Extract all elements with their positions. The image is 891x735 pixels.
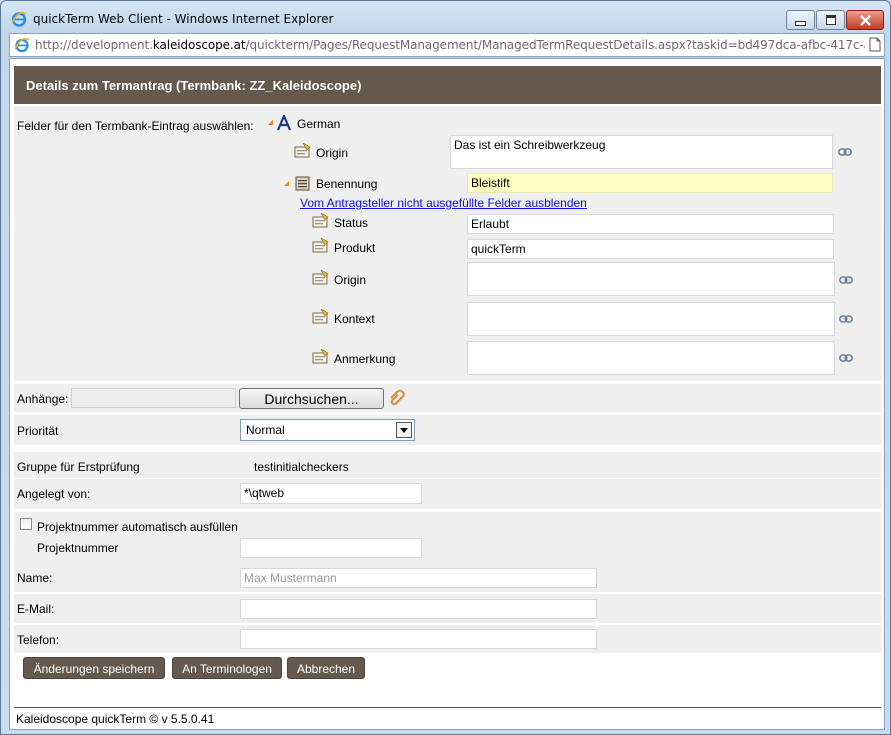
produkt-label: Produkt [334, 241, 376, 255]
collapse-term-icon[interactable] [284, 181, 289, 186]
url-text[interactable]: http://development.kaleidoscope.at/quick… [35, 38, 865, 52]
group-label: Gruppe für Erstprüfung [17, 460, 140, 474]
group-value: testinitialcheckers [254, 460, 349, 474]
phone-panel: Telefon: [14, 625, 881, 653]
link-icon[interactable] [839, 354, 853, 362]
field-icon [312, 213, 329, 228]
fields-panel: Felder für den Termbank-Eintrag auswähle… [14, 106, 881, 381]
group-panel: Gruppe für Erstprüfung testinitialchecke… [14, 452, 881, 478]
name-panel: Name: Max Mustermann [14, 563, 881, 592]
link-icon[interactable] [838, 148, 852, 156]
phone-field[interactable] [240, 629, 597, 649]
window-title: quickTerm Web Client - Windows Internet … [33, 12, 334, 26]
field-icon [312, 270, 329, 285]
paperclip-icon[interactable] [388, 389, 405, 406]
footer-text: Kaleidoscope quickTerm © v 5.5.0.41 [16, 712, 215, 726]
field-icon [312, 238, 329, 253]
cancel-button[interactable]: Abbrechen [287, 657, 365, 679]
project-number-field[interactable] [240, 538, 422, 558]
fields-select-label: Felder für den Termbank-Eintrag auswähle… [17, 119, 254, 133]
term-entry-icon [295, 176, 310, 191]
origin-label: Origin [316, 146, 349, 160]
internet-explorer-icon [14, 37, 30, 53]
term-origin-field[interactable] [467, 262, 835, 296]
language-name: German [297, 117, 341, 131]
collapse-language-icon[interactable] [268, 120, 273, 125]
url-domain: kaleidoscope.at [152, 38, 246, 52]
auto-project-checkbox[interactable] [20, 518, 32, 530]
attachments-label: Anhänge: [17, 392, 69, 406]
link-icon[interactable] [839, 315, 853, 323]
benennung-field[interactable]: Bleistift [467, 173, 833, 193]
status-label: Status [334, 216, 369, 230]
status-field[interactable]: Erlaubt [467, 214, 834, 234]
email-panel: E-Mail: [14, 594, 881, 623]
close-button[interactable] [846, 10, 884, 30]
created-by-panel: Angelegt von: *\qtweb [14, 479, 881, 509]
phone-label: Telefon: [17, 633, 60, 647]
maximize-icon [825, 15, 836, 25]
project-panel: Projektnummer automatisch ausfüllen Proj… [14, 512, 881, 563]
email-label: E-Mail: [17, 602, 55, 616]
name-label: Name: [17, 571, 53, 585]
priority-panel: Priorität Normal [14, 415, 881, 445]
save-changes-button[interactable]: Änderungen speichern [23, 657, 165, 679]
hide-empty-fields-link[interactable]: Vom Antragsteller nicht ausgefüllte Feld… [300, 196, 587, 210]
minimize-button[interactable] [786, 10, 815, 30]
link-icon[interactable] [839, 276, 853, 284]
title-bar[interactable]: quickTerm Web Client - Windows Internet … [1, 1, 890, 33]
chevron-down-icon [400, 427, 408, 433]
page-header: Details zum Termantrag (Termbank: ZZ_Kal… [14, 66, 881, 104]
page-title: Details zum Termantrag (Termbank: ZZ_Kal… [26, 78, 362, 93]
produkt-field[interactable]: quickTerm [467, 239, 834, 259]
priority-label: Priorität [17, 424, 59, 438]
browser-window: quickTerm Web Client - Windows Internet … [0, 0, 891, 735]
footer-divider [14, 707, 881, 708]
kontext-label: Kontext [334, 312, 375, 326]
created-by-field[interactable]: *\qtweb [240, 483, 422, 504]
page-icon [869, 37, 881, 52]
browse-button[interactable]: Durchsuchen... [239, 388, 384, 409]
attachment-file-field[interactable] [71, 388, 236, 408]
url-path: /quickterm/Pages/RequestManagement/Manag… [245, 38, 865, 52]
language-icon [277, 115, 291, 131]
auto-project-label: Projektnummer automatisch ausfüllen [37, 520, 238, 534]
anmerkung-field[interactable] [467, 341, 835, 375]
benennung-label: Benennung [316, 177, 378, 191]
minimize-icon [795, 20, 806, 26]
anmerkung-label: Anmerkung [334, 352, 396, 366]
created-by-label: Angelegt von: [17, 487, 91, 501]
kontext-field[interactable] [467, 302, 835, 336]
field-icon [312, 309, 329, 324]
internet-explorer-icon [11, 11, 27, 27]
origin-field[interactable]: Das ist ein Schreibwerkzeug [450, 135, 833, 169]
address-bar[interactable]: http://development.kaleidoscope.at/quick… [9, 33, 885, 57]
url-prefix: http://development. [35, 38, 153, 52]
email-field[interactable] [240, 599, 597, 619]
name-field[interactable]: Max Mustermann [240, 568, 597, 588]
priority-select[interactable]: Normal [240, 419, 415, 441]
page-content: Details zum Termantrag (Termbank: ZZ_Kal… [9, 58, 885, 730]
term-origin-label: Origin [334, 273, 367, 287]
project-number-label: Projektnummer [37, 541, 119, 555]
close-icon [859, 14, 871, 26]
dropdown-arrow[interactable] [396, 422, 412, 438]
maximize-button[interactable] [816, 10, 845, 30]
field-icon [294, 143, 311, 158]
send-to-terminologists-button[interactable]: An Terminologen [172, 657, 282, 679]
field-icon [312, 349, 329, 364]
attachments-panel: Anhänge: Durchsuchen... [14, 384, 881, 412]
priority-value: Normal [246, 423, 285, 437]
